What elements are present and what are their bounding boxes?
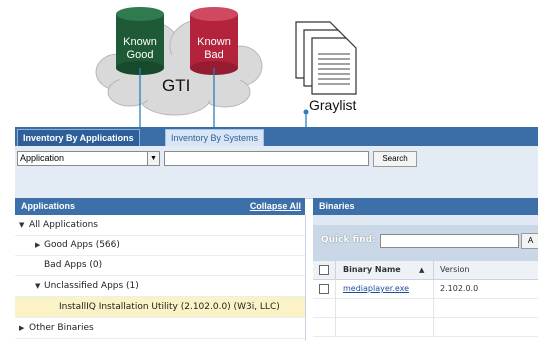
- empty-cell: [313, 299, 336, 318]
- known-good-line2: Good: [126, 49, 154, 61]
- tree-item-other-binaries[interactable]: ▶ Other Binaries: [15, 318, 305, 339]
- applications-tree: ▼ All Applications ▶ Good Apps (566) Bad…: [15, 215, 306, 341]
- tree-item-bad-apps[interactable]: Bad Apps (0): [15, 255, 305, 276]
- tree-item-good-apps[interactable]: ▶ Good Apps (566): [15, 235, 305, 256]
- tree-item-label: InstallIQ Installation Utility (2.102.0.…: [59, 302, 280, 312]
- tree-item-installiq[interactable]: InstallIQ Installation Utility (2.102.0.…: [15, 297, 305, 318]
- tab-bar: Inventory By Applications Inventory By S…: [15, 127, 538, 147]
- chevron-down-icon[interactable]: ▼: [147, 151, 160, 166]
- applications-panel-header: Applications Collapse All: [15, 198, 305, 215]
- known-good-line1: Known: [123, 36, 157, 48]
- quick-find-button[interactable]: A: [521, 233, 538, 249]
- empty-cell: [313, 318, 336, 337]
- tree-item-label: Other Binaries: [29, 323, 94, 333]
- tab-inventory-by-applications[interactable]: Inventory By Applications: [17, 129, 140, 147]
- gti-cloud-diagram: [95, 7, 357, 128]
- known-bad-line1: Known: [197, 36, 231, 48]
- quick-find-input[interactable]: [380, 234, 519, 248]
- collapsed-arrow-icon[interactable]: ▶: [35, 235, 40, 255]
- graylist-label: Graylist: [309, 97, 357, 113]
- column-header-binary-name[interactable]: Binary Name ▲: [336, 261, 434, 280]
- gti-label: GTI: [162, 76, 191, 95]
- column-header-version[interactable]: Version: [434, 261, 538, 280]
- sort-ascending-icon[interactable]: ▲: [419, 261, 424, 279]
- row-checkbox[interactable]: [319, 284, 329, 294]
- quick-find-label: Quick find:: [321, 235, 376, 245]
- collapse-all-link[interactable]: Collapse All: [250, 198, 301, 215]
- empty-cell: [336, 318, 434, 337]
- empty-cell: [434, 299, 538, 318]
- binaries-title: Binaries: [319, 201, 355, 211]
- known-bad-line2: Bad: [204, 49, 224, 61]
- tree-item-all-applications[interactable]: ▼ All Applications: [15, 215, 305, 236]
- gti-diagram: Known Good Known Bad GTI Graylist: [0, 0, 538, 128]
- collapsed-arrow-icon[interactable]: ▶: [19, 318, 24, 338]
- binaries-table: Binary Name ▲ Version mediaplayer.exe 2.…: [313, 261, 538, 341]
- column-label: Binary Name: [343, 265, 401, 274]
- tree-item-label: All Applications: [29, 220, 98, 230]
- search-type-select[interactable]: Application: [17, 151, 149, 166]
- applications-title: Applications: [21, 201, 76, 211]
- search-input[interactable]: [164, 151, 369, 166]
- tree-item-label: Unclassified Apps (1): [44, 281, 139, 291]
- tree-item-label: Good Apps (566): [44, 240, 120, 250]
- binaries-panel-header: Binaries: [313, 198, 538, 215]
- row-checkbox-cell: [313, 280, 336, 299]
- tree-item-unclassified-apps[interactable]: ▼ Unclassified Apps (1): [15, 276, 305, 297]
- tab-inventory-by-systems[interactable]: Inventory By Systems: [165, 129, 265, 147]
- select-all-checkbox[interactable]: [319, 265, 329, 275]
- expanded-arrow-icon[interactable]: ▼: [19, 215, 24, 235]
- empty-cell: [434, 318, 538, 337]
- tree-item-label: Bad Apps (0): [44, 260, 103, 270]
- expanded-arrow-icon[interactable]: ▼: [35, 276, 40, 296]
- empty-cell: [336, 299, 434, 318]
- binary-name-cell: mediaplayer.exe: [336, 280, 434, 299]
- search-toolbar: Application ▼ Search: [15, 146, 538, 199]
- version-cell: 2.102.0.0: [434, 280, 538, 299]
- known-bad-label: Known Bad: [190, 36, 238, 62]
- select-all-header: [313, 261, 336, 280]
- graylist-documents-icon: [295, 21, 357, 95]
- binary-name-link[interactable]: mediaplayer.exe: [343, 280, 409, 298]
- search-button[interactable]: Search: [373, 151, 417, 167]
- binary-version: 2.102.0.0: [440, 284, 479, 293]
- column-label: Version: [440, 265, 470, 274]
- binaries-panel: Quick find: A Binary Name ▲ Version medi…: [313, 215, 538, 341]
- connector-dots: [303, 109, 309, 115]
- known-good-label: Known Good: [116, 36, 164, 62]
